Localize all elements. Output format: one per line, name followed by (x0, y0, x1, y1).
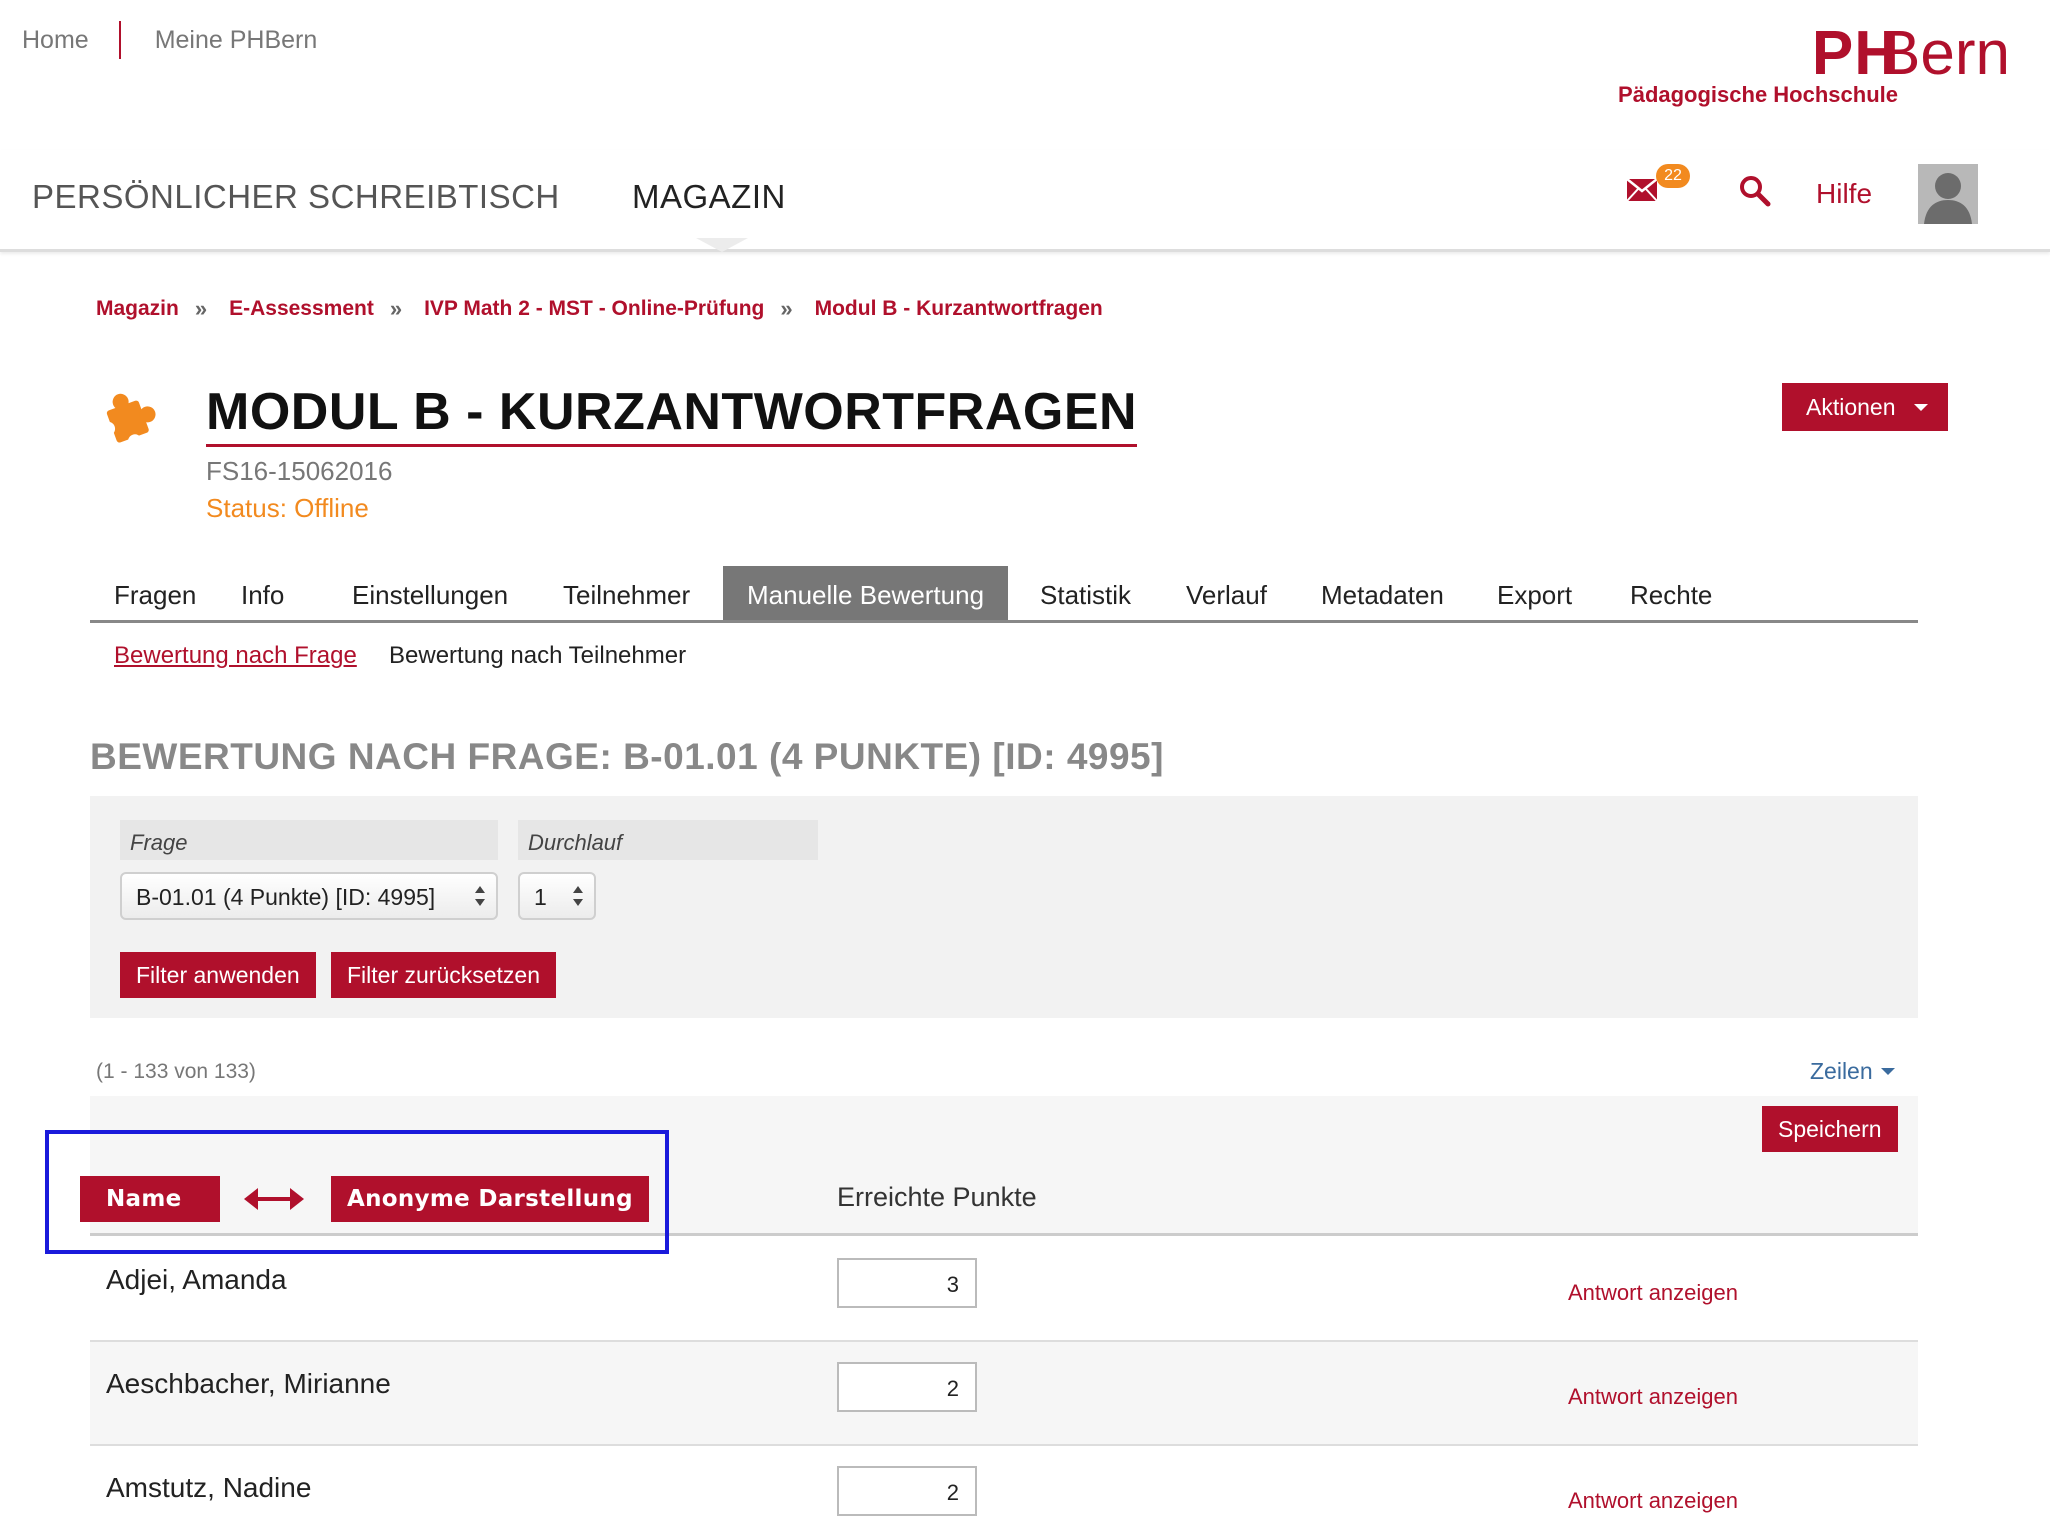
frage-select[interactable]: B-01.01 (4 Punkte) [ID: 4995] (120, 872, 498, 920)
divider (118, 21, 121, 59)
breadcrumb: Magazin » E-Assessment » IVP Math 2 - MS… (96, 296, 1103, 322)
tab-info[interactable]: Info (217, 566, 308, 620)
breadcrumb-e-assessment[interactable]: E-Assessment (229, 297, 374, 321)
table-row: Amstutz, Nadine 2 Antwort anzeigen (90, 1446, 1918, 1532)
nav-persoenlicher-schreibtisch[interactable]: PERSÖNLICHER SCHREIBTISCH (32, 178, 560, 216)
participant-name: Amstutz, Nadine (106, 1472, 312, 1503)
select-arrows-icon (475, 886, 485, 906)
chevron-down-icon (1880, 1068, 1895, 1075)
show-answer-link[interactable]: Antwort anzeigen (1568, 1488, 1738, 1514)
filter-reset-button[interactable]: Filter zurücksetzen (331, 952, 557, 998)
rows-label: Zeilen (1810, 1058, 1873, 1084)
subtab-bewertung-nach-teilnehmer[interactable]: Bewertung nach Teilnehmer (389, 642, 686, 670)
durchlauf-label: Durchlauf (518, 820, 818, 860)
filter-panel: Frage Durchlauf B-01.01 (4 Punkte) [ID: … (90, 796, 1918, 1018)
filter-apply-button[interactable]: Filter anwenden (120, 952, 316, 998)
result-count: (1 - 133 von 133) (96, 1060, 256, 1083)
chevron-down-icon (1913, 403, 1928, 411)
frage-select-value: B-01.01 (4 Punkte) [ID: 4995] (136, 884, 436, 910)
points-input[interactable]: 3 (837, 1258, 977, 1308)
breadcrumb-separator: » (194, 296, 208, 321)
mail-count-badge: 22 (1656, 164, 1690, 188)
table-row: Aeschbacher, Mirianne 2 Antwort anzeigen (90, 1342, 1918, 1446)
participant-name: Adjei, Amanda (106, 1264, 287, 1295)
column-header-points[interactable]: Erreichte Punkte (837, 1182, 1037, 1213)
status-text: Status: Offline (206, 493, 369, 523)
tab-bar: Fragen Info Einstellungen Teilnehmer Man… (90, 566, 1918, 623)
help-link[interactable]: Hilfe (1816, 178, 1872, 210)
logo-subtitle: Pädagogische Hochschule (1618, 82, 1898, 107)
breadcrumb-separator: » (389, 296, 403, 321)
tab-rechte[interactable]: Rechte (1606, 566, 1736, 620)
section-heading: BEWERTUNG NACH FRAGE: B-01.01 (4 PUNKTE)… (90, 736, 1164, 777)
tab-statistik[interactable]: Statistik (1016, 566, 1155, 620)
tab-einstellungen[interactable]: Einstellungen (328, 566, 532, 620)
participant-name: Aeschbacher, Mirianne (106, 1368, 391, 1399)
breadcrumb-separator: » (780, 296, 793, 321)
points-input[interactable]: 2 (837, 1362, 977, 1412)
logo-bern: Bern (1879, 19, 2010, 88)
tab-verlauf[interactable]: Verlauf (1162, 566, 1291, 620)
breadcrumb-ivp-math[interactable]: IVP Math 2 - MST - Online-Prüfung (424, 297, 764, 321)
tab-metadaten[interactable]: Metadaten (1297, 566, 1468, 620)
table-row: Adjei, Amanda 3 Antwort anzeigen (90, 1238, 1918, 1342)
puzzle-icon (101, 393, 156, 449)
show-answer-link[interactable]: Antwort anzeigen (1568, 1280, 1738, 1306)
frage-label: Frage (120, 820, 498, 860)
page-subtitle: FS16-15062016 (206, 456, 393, 486)
meine-phbern-link[interactable]: Meine PHBern (155, 26, 318, 55)
actions-dropdown-button[interactable]: Aktionen (1782, 383, 1948, 431)
subtab-bewertung-nach-frage[interactable]: Bewertung nach Frage (114, 642, 357, 670)
nav-magazin[interactable]: MAGAZIN (632, 178, 786, 216)
search-icon[interactable] (1738, 174, 1772, 208)
breadcrumb-modul-b[interactable]: Modul B - Kurzantwortfragen (815, 297, 1103, 321)
tab-export[interactable]: Export (1473, 566, 1596, 620)
active-nav-indicator (696, 238, 748, 252)
tab-fragen[interactable]: Fragen (90, 566, 220, 620)
mail-icon[interactable] (1626, 178, 1658, 202)
top-navigation: Home Meine PHBern (22, 20, 317, 60)
durchlauf-select[interactable]: 1 (518, 872, 596, 920)
save-button[interactable]: Speichern (1762, 1106, 1898, 1152)
breadcrumb-magazin[interactable]: Magazin (96, 297, 179, 321)
home-link[interactable]: Home (22, 26, 89, 55)
rows-per-page-dropdown[interactable]: Zeilen (1810, 1058, 1895, 1085)
user-silhouette-icon (1918, 164, 1978, 224)
points-input[interactable]: 2 (837, 1466, 977, 1516)
durchlauf-select-value: 1 (534, 884, 547, 910)
phbern-logo[interactable]: PH Bern Pädagogische Hochschule (1590, 18, 2010, 114)
annotation-highlight-box (45, 1130, 669, 1254)
actions-label: Aktionen (1806, 393, 1896, 420)
page-title: MODUL B - KURZANTWORTFRAGEN (206, 382, 1138, 447)
select-arrows-icon (573, 886, 583, 906)
avatar[interactable] (1918, 164, 1978, 224)
show-answer-link[interactable]: Antwort anzeigen (1568, 1384, 1738, 1410)
tab-manuelle-bewertung[interactable]: Manuelle Bewertung (723, 566, 1009, 620)
tab-teilnehmer[interactable]: Teilnehmer (539, 566, 714, 620)
